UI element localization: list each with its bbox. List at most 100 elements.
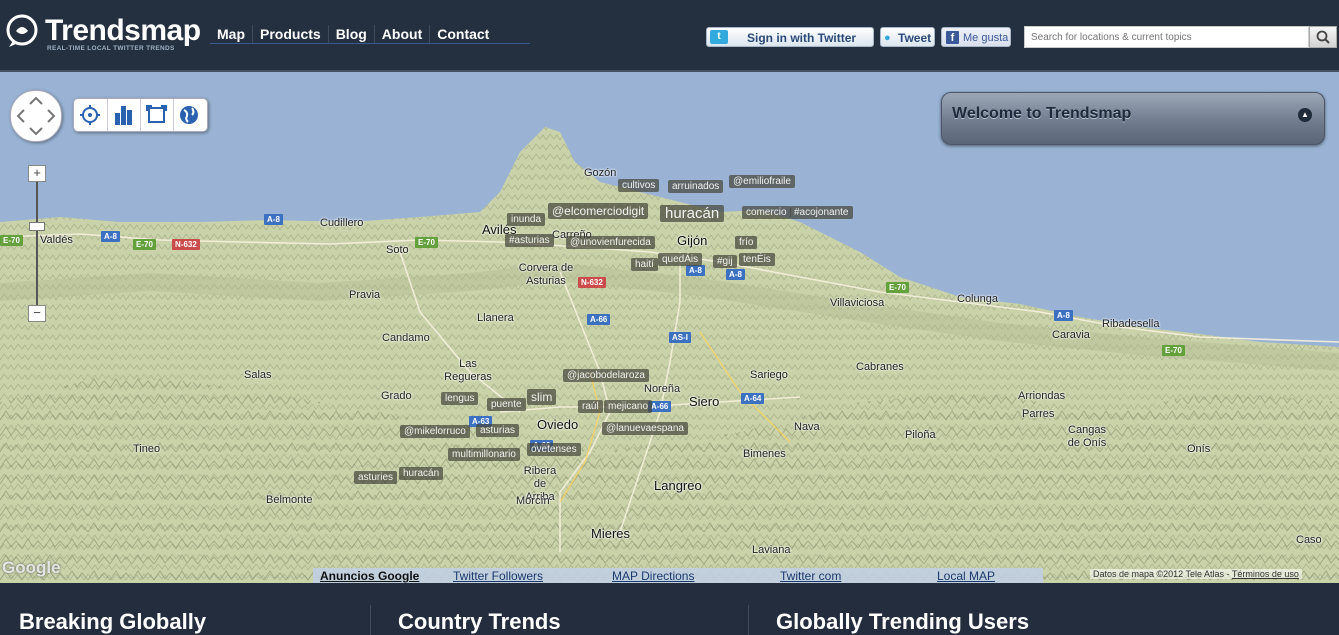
trend-tag[interactable]: quedÁis — [658, 253, 703, 266]
road-label: A-64 — [741, 393, 765, 404]
twitter-bird-icon: ● — [884, 32, 891, 44]
place-label: Noreña — [644, 383, 681, 395]
road-label: A-8 — [264, 214, 283, 225]
map-attribution: Datos de mapa ©2012 Tele Atlas - Término… — [1090, 569, 1302, 579]
trend-tag[interactable]: asturias — [476, 424, 520, 437]
map-toolbar — [73, 98, 208, 132]
place-label: Grado — [381, 390, 412, 402]
place-label: Bimenes — [743, 448, 786, 460]
place-label: Corvera de Asturias — [518, 262, 574, 287]
buildings-icon — [115, 106, 132, 125]
logo-bubble-icon — [6, 14, 38, 47]
trend-tag[interactable]: inunda — [507, 213, 546, 226]
nav-blog[interactable]: Blog — [329, 25, 375, 43]
trend-tag[interactable]: ovetenses — [527, 443, 581, 456]
road-label: E-70 — [1162, 345, 1185, 356]
trend-tag[interactable]: mejicano — [604, 400, 653, 413]
road-label: E-70 — [0, 235, 23, 246]
sign-in-with-twitter-button[interactable]: t Sign in with Twitter — [706, 27, 874, 47]
trend-tag[interactable]: tenÉis — [739, 253, 775, 266]
sign-in-label: Sign in with Twitter — [747, 31, 857, 45]
column-divider — [748, 605, 749, 635]
trend-tag[interactable]: @emiliofraile — [729, 175, 795, 188]
trend-tag[interactable]: @jacobodelaroza — [563, 369, 649, 382]
collapse-arrow-icon[interactable]: ▲ — [1298, 108, 1312, 122]
place-label: Villaviciosa — [830, 297, 885, 309]
column-divider — [370, 605, 371, 635]
facebook-like-button[interactable]: f Me gusta — [941, 27, 1011, 47]
zoom-in-button[interactable]: + — [28, 165, 46, 182]
trend-tag[interactable]: #gij — [713, 255, 737, 268]
trend-tag[interactable]: comercio — [742, 206, 791, 219]
local-map-link[interactable]: Local MAP — [937, 569, 995, 583]
welcome-panel[interactable]: Welcome to Trendsmap ▲ — [941, 92, 1325, 145]
twitter-followers-link[interactable]: Twitter Followers — [453, 569, 543, 583]
road-label: E-70 — [886, 282, 909, 293]
trend-tag[interactable]: slim — [527, 389, 557, 405]
search-input[interactable] — [1024, 26, 1309, 48]
tweet-button[interactable]: ● Tweet — [880, 27, 935, 47]
place-label: Nava — [794, 421, 820, 433]
trend-tag[interactable]: huracán — [660, 205, 725, 222]
place-label: Cabranes — [856, 361, 904, 373]
city-view-button[interactable] — [107, 99, 141, 131]
trend-tag[interactable]: @elcomerciodigit — [548, 203, 649, 219]
nav-about[interactable]: About — [375, 25, 431, 43]
locate-button[interactable] — [74, 99, 108, 131]
road-label: A-8 — [1054, 310, 1073, 321]
trend-tag[interactable]: raúl — [578, 400, 603, 413]
place-label: Llanera — [477, 312, 514, 324]
tweet-label: Tweet — [898, 31, 932, 45]
trend-tag[interactable]: huracán — [399, 467, 444, 480]
road-label: A-8 — [101, 231, 120, 242]
trend-tag[interactable]: #asturias — [505, 234, 554, 247]
place-label: Caravia — [1052, 329, 1090, 341]
trend-tag[interactable]: @mikelorruco — [400, 425, 470, 438]
country-trends-heading: Country Trends — [398, 609, 561, 634]
trend-tag[interactable]: haití — [631, 258, 658, 271]
trend-tag[interactable]: #acojonante — [790, 206, 853, 219]
twitter-com-link[interactable]: Twitter com — [780, 569, 841, 583]
globally-trending-users-heading: Globally Trending Users — [776, 609, 1030, 634]
main-nav: Map Products Blog About Contact — [210, 25, 530, 44]
pan-control[interactable] — [10, 90, 62, 142]
nav-products[interactable]: Products — [253, 25, 329, 43]
facebook-icon: f — [946, 31, 959, 44]
bottom-section: Breaking Globally Country Trends Globall… — [0, 583, 1339, 635]
logo-tagline: REAL-TIME LOCAL TWITTER TRENDS — [47, 45, 175, 52]
terms-link[interactable]: Términos de uso — [1232, 569, 1299, 579]
header-bar: Trendsmap REAL-TIME LOCAL TWITTER TRENDS… — [0, 0, 1339, 70]
trend-tag[interactable]: @unovienfurecida — [566, 236, 655, 249]
trend-tag[interactable]: asturies — [354, 471, 398, 484]
nav-map[interactable]: Map — [210, 25, 253, 43]
globe-icon — [180, 106, 198, 124]
fullscreen-button[interactable] — [140, 99, 174, 131]
road-label: A-8 — [686, 265, 705, 276]
road-label: AS-I — [669, 332, 691, 343]
crosshair-icon — [80, 105, 100, 125]
trendsmap-logo[interactable]: Trendsmap REAL-TIME LOCAL TWITTER TRENDS — [5, 14, 201, 54]
place-label: Gozón — [584, 167, 617, 179]
trend-tag[interactable]: @lanuevaespana — [602, 422, 688, 435]
ads-google-link[interactable]: Anuncios Google — [320, 569, 419, 583]
map-canvas[interactable]: + − Welcome to Trendsmap ▲ E-70 A-8 E-70… — [0, 72, 1339, 583]
nav-contact[interactable]: Contact — [430, 25, 496, 43]
place-label: Belmonte — [266, 494, 313, 506]
trend-tag[interactable]: multimillonario — [448, 448, 520, 461]
welcome-title: Welcome to Trendsmap — [952, 105, 1132, 122]
google-logo: Google — [2, 558, 61, 577]
place-label: Salas — [244, 369, 272, 381]
trend-tag[interactable]: cultivos — [618, 179, 660, 192]
zoom-handle[interactable] — [29, 222, 45, 231]
zoom-out-button[interactable]: − — [28, 305, 46, 322]
place-label: Valdés — [40, 234, 73, 246]
trend-tag[interactable]: puente — [487, 398, 526, 411]
map-directions-link[interactable]: MAP Directions — [612, 569, 694, 583]
place-label: Cudillero — [320, 217, 364, 229]
trend-tag[interactable]: frío — [735, 236, 758, 249]
world-view-button[interactable] — [173, 99, 207, 131]
trend-tag[interactable]: lengus — [441, 392, 479, 405]
trend-tag[interactable]: arruinados — [668, 180, 724, 193]
place-label: Laviana — [752, 544, 791, 556]
search-button[interactable] — [1309, 26, 1337, 48]
